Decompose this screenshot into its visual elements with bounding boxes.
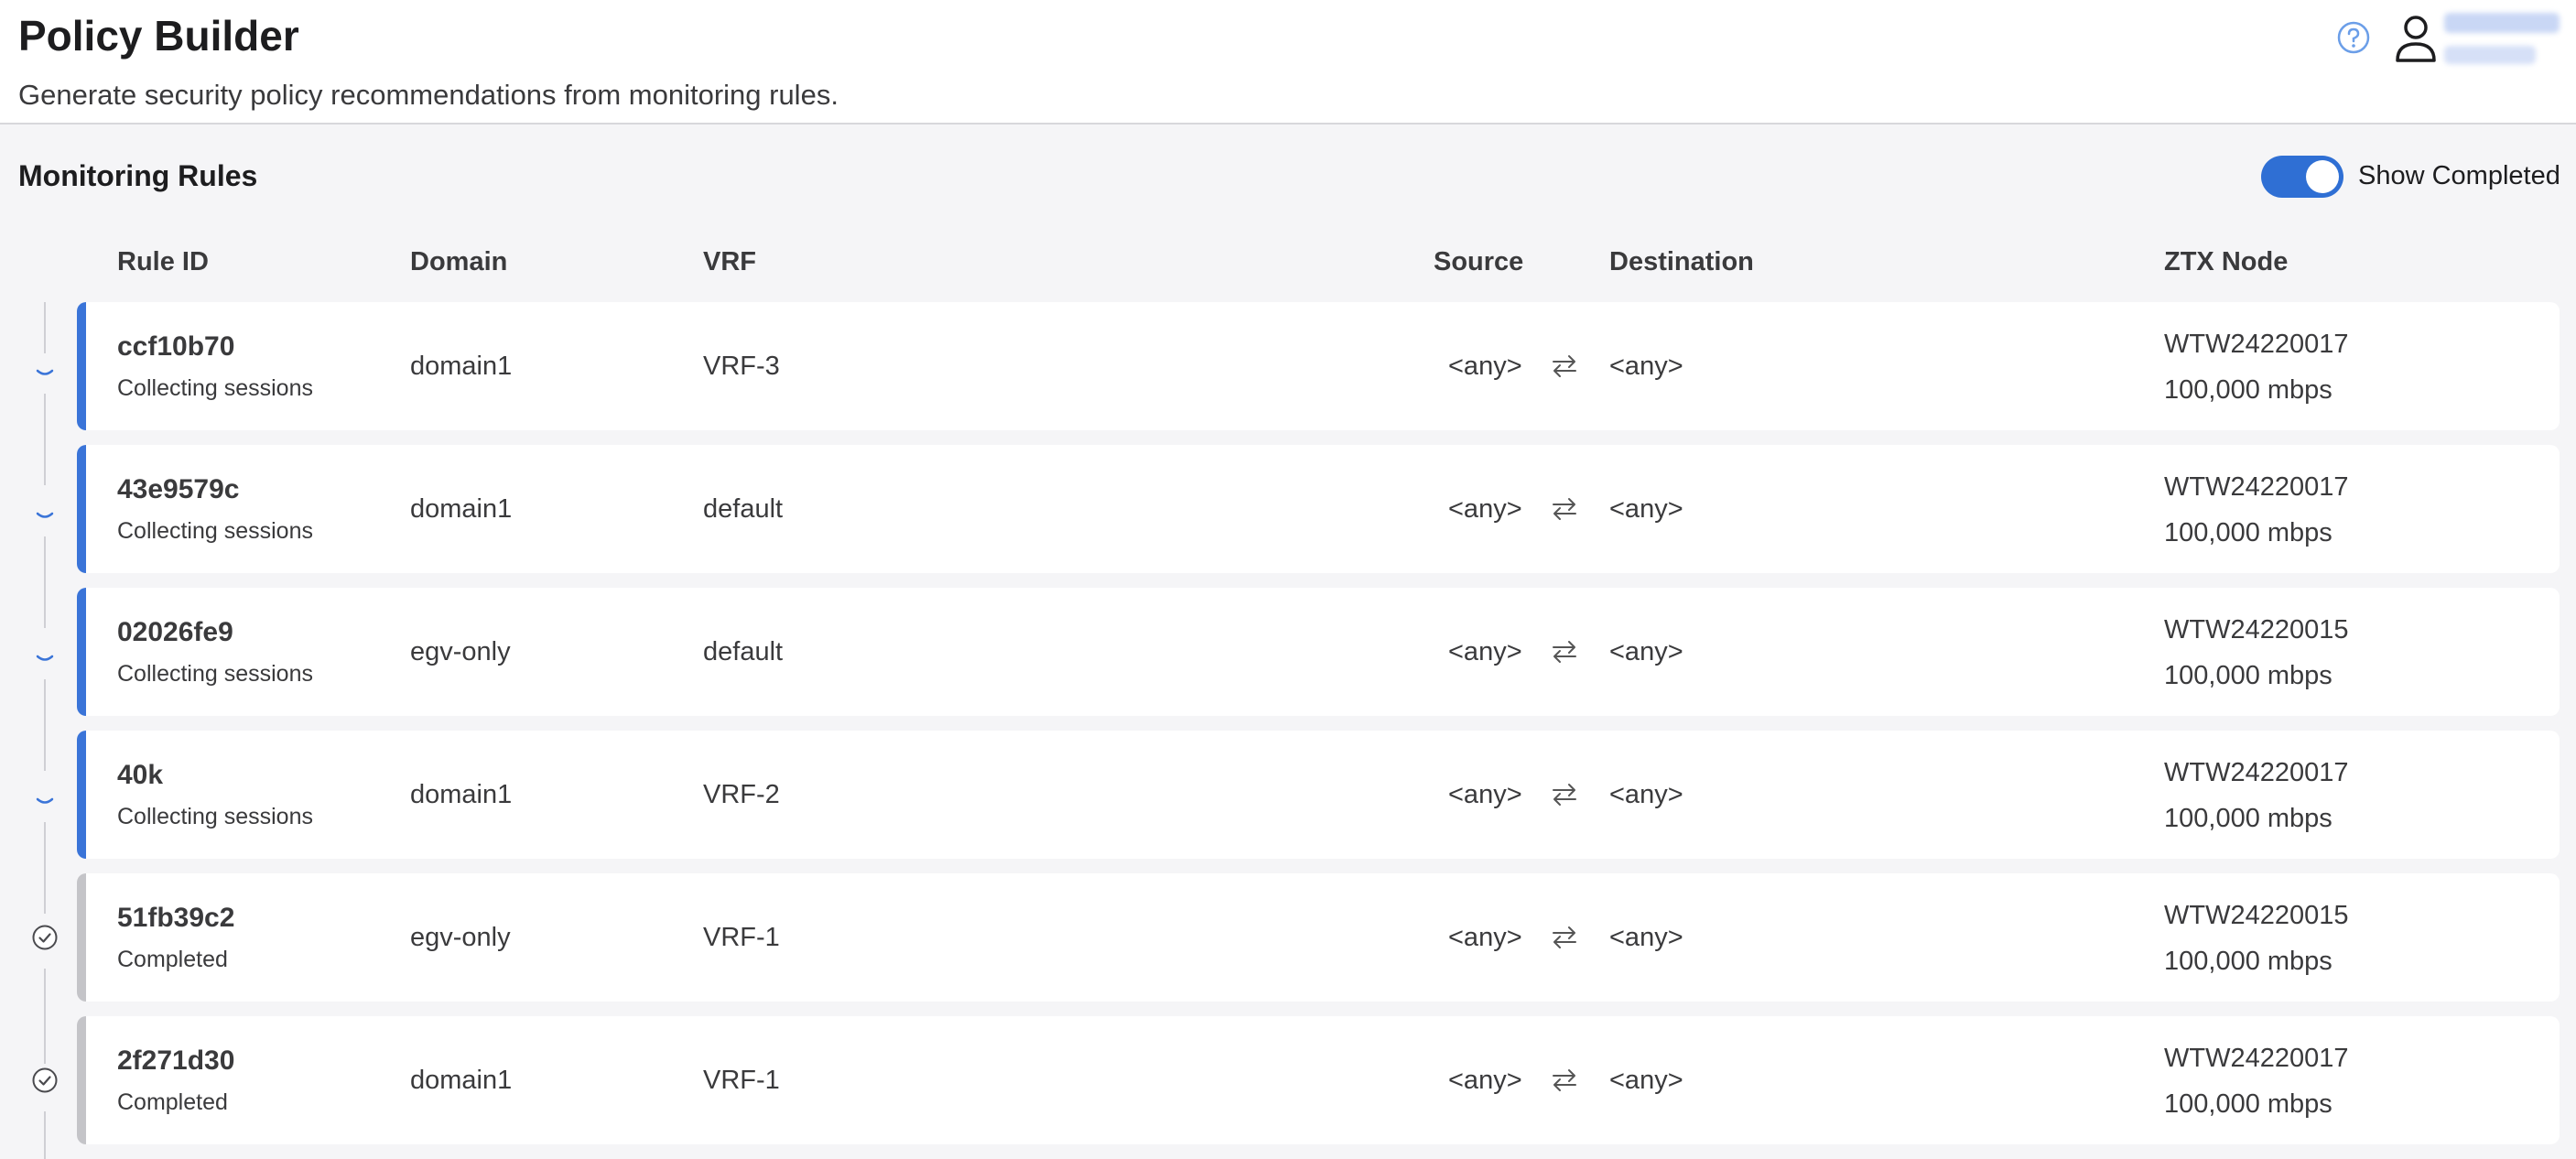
collecting-spinner-icon — [36, 797, 54, 804]
column-header-destination[interactable]: Destination — [1609, 247, 1754, 277]
rule-vrf: default — [703, 637, 784, 666]
ztx-node-speed: 100,000 mbps — [2164, 661, 2332, 690]
ztx-node-speed: 100,000 mbps — [2164, 804, 2332, 833]
ztx-node-id: WTW24220015 — [2164, 901, 2349, 930]
rule-status: Collecting sessions — [117, 518, 313, 544]
ztx-node-id: WTW24220017 — [2164, 330, 2349, 359]
collecting-spinner-icon — [36, 655, 54, 661]
rule-id: 43e9579c — [117, 474, 240, 504]
rule-source: <any> — [1448, 923, 1522, 952]
rule-domain: domain1 — [410, 1066, 513, 1095]
status-bar — [77, 731, 86, 859]
rule-status: Completed — [117, 947, 228, 972]
rule-id: 02026fe9 — [117, 617, 233, 647]
status-bar — [77, 302, 86, 430]
timeline-line — [44, 969, 46, 1064]
user-avatar-icon[interactable] — [2393, 13, 2439, 64]
rule-id: ccf10b70 — [117, 331, 235, 362]
ztx-node-id: WTW24220017 — [2164, 472, 2349, 502]
column-header-domain[interactable]: Domain — [410, 247, 507, 277]
rule-row[interactable]: 51fb39c2 Completed egv-only VRF-1 <any> … — [77, 873, 2560, 1002]
rule-status: Completed — [117, 1089, 228, 1115]
rule-vrf: VRF-1 — [703, 923, 780, 952]
page-subtitle: Generate security policy recommendations… — [18, 79, 839, 111]
rule-domain: domain1 — [410, 780, 513, 809]
status-bar — [77, 873, 86, 1002]
ztx-node-id: WTW24220017 — [2164, 1044, 2349, 1073]
rule-destination: <any> — [1609, 1066, 1683, 1095]
rule-vrf: default — [703, 494, 784, 524]
rule-destination: <any> — [1609, 637, 1683, 666]
rule-domain: domain1 — [410, 352, 513, 381]
show-completed-label: Show Completed — [2358, 161, 2560, 190]
rule-destination: <any> — [1609, 352, 1683, 381]
bidirectional-arrows-icon — [1553, 1069, 1576, 1091]
rule-domain: domain1 — [410, 494, 513, 524]
rule-destination: <any> — [1609, 494, 1683, 524]
check-circle-icon — [32, 925, 58, 950]
bidirectional-arrows-icon — [1553, 498, 1576, 520]
rule-row[interactable]: 43e9579c Collecting sessions domain1 def… — [77, 445, 2560, 573]
bidirectional-arrows-icon — [1553, 926, 1576, 948]
rule-destination: <any> — [1609, 923, 1683, 952]
help-icon[interactable] — [2336, 20, 2371, 55]
timeline-line — [44, 1111, 46, 1159]
rule-row[interactable]: 40k Collecting sessions domain1 VRF-2 <a… — [77, 731, 2560, 859]
user-name-redacted — [2444, 13, 2560, 33]
page-title: Policy Builder — [18, 12, 299, 60]
column-header-source[interactable]: Source — [1434, 247, 1523, 277]
collecting-spinner-icon — [36, 512, 54, 518]
rule-domain: egv-only — [410, 637, 511, 666]
rule-domain: egv-only — [410, 923, 511, 952]
rule-source: <any> — [1448, 352, 1522, 381]
rule-row[interactable]: 2f271d30 Completed domain1 VRF-1 <any> <… — [77, 1016, 2560, 1144]
rule-id: 40k — [117, 760, 164, 790]
rule-destination: <any> — [1609, 780, 1683, 809]
rule-row[interactable]: ccf10b70 Collecting sessions domain1 VRF… — [77, 302, 2560, 430]
ztx-node-speed: 100,000 mbps — [2164, 375, 2332, 405]
ztx-node-id: WTW24220015 — [2164, 615, 2349, 644]
ztx-node-speed: 100,000 mbps — [2164, 518, 2332, 547]
column-header-vrf[interactable]: VRF — [703, 247, 756, 277]
timeline-line — [44, 394, 46, 485]
rule-source: <any> — [1448, 780, 1522, 809]
status-bar — [77, 588, 86, 716]
rule-status: Collecting sessions — [117, 661, 313, 687]
collecting-spinner-icon — [36, 369, 54, 375]
rule-source: <any> — [1448, 637, 1522, 666]
rule-id: 51fb39c2 — [117, 903, 235, 933]
bidirectional-arrows-icon — [1553, 784, 1576, 806]
rule-vrf: VRF-2 — [703, 780, 780, 809]
rule-id: 2f271d30 — [117, 1045, 235, 1076]
column-header-ztx-node[interactable]: ZTX Node — [2164, 247, 2288, 277]
section-title: Monitoring Rules — [18, 159, 258, 192]
user-org-redacted — [2444, 46, 2536, 64]
toggle-knob — [2306, 160, 2339, 193]
column-header-rule-id[interactable]: Rule ID — [117, 247, 209, 277]
bidirectional-arrows-icon — [1553, 355, 1576, 377]
rule-status: Collecting sessions — [117, 804, 313, 829]
bidirectional-arrows-icon — [1553, 641, 1576, 663]
rule-status: Collecting sessions — [117, 375, 313, 401]
status-bar — [77, 1016, 86, 1144]
show-completed-toggle[interactable] — [2261, 156, 2343, 198]
timeline-line — [44, 536, 46, 628]
page-header: Policy Builder Generate security policy … — [0, 0, 2576, 125]
rule-row[interactable]: 02026fe9 Collecting sessions egv-only de… — [77, 588, 2560, 716]
rule-source: <any> — [1448, 1066, 1522, 1095]
check-circle-icon — [32, 1067, 58, 1093]
ztx-node-speed: 100,000 mbps — [2164, 1089, 2332, 1119]
timeline-line — [44, 302, 46, 353]
ztx-node-speed: 100,000 mbps — [2164, 947, 2332, 976]
timeline-line — [44, 679, 46, 771]
ztx-node-id: WTW24220017 — [2164, 758, 2349, 787]
rule-vrf: VRF-3 — [703, 352, 780, 381]
rule-source: <any> — [1448, 494, 1522, 524]
status-bar — [77, 445, 86, 573]
timeline-line — [44, 822, 46, 914]
rule-vrf: VRF-1 — [703, 1066, 780, 1095]
